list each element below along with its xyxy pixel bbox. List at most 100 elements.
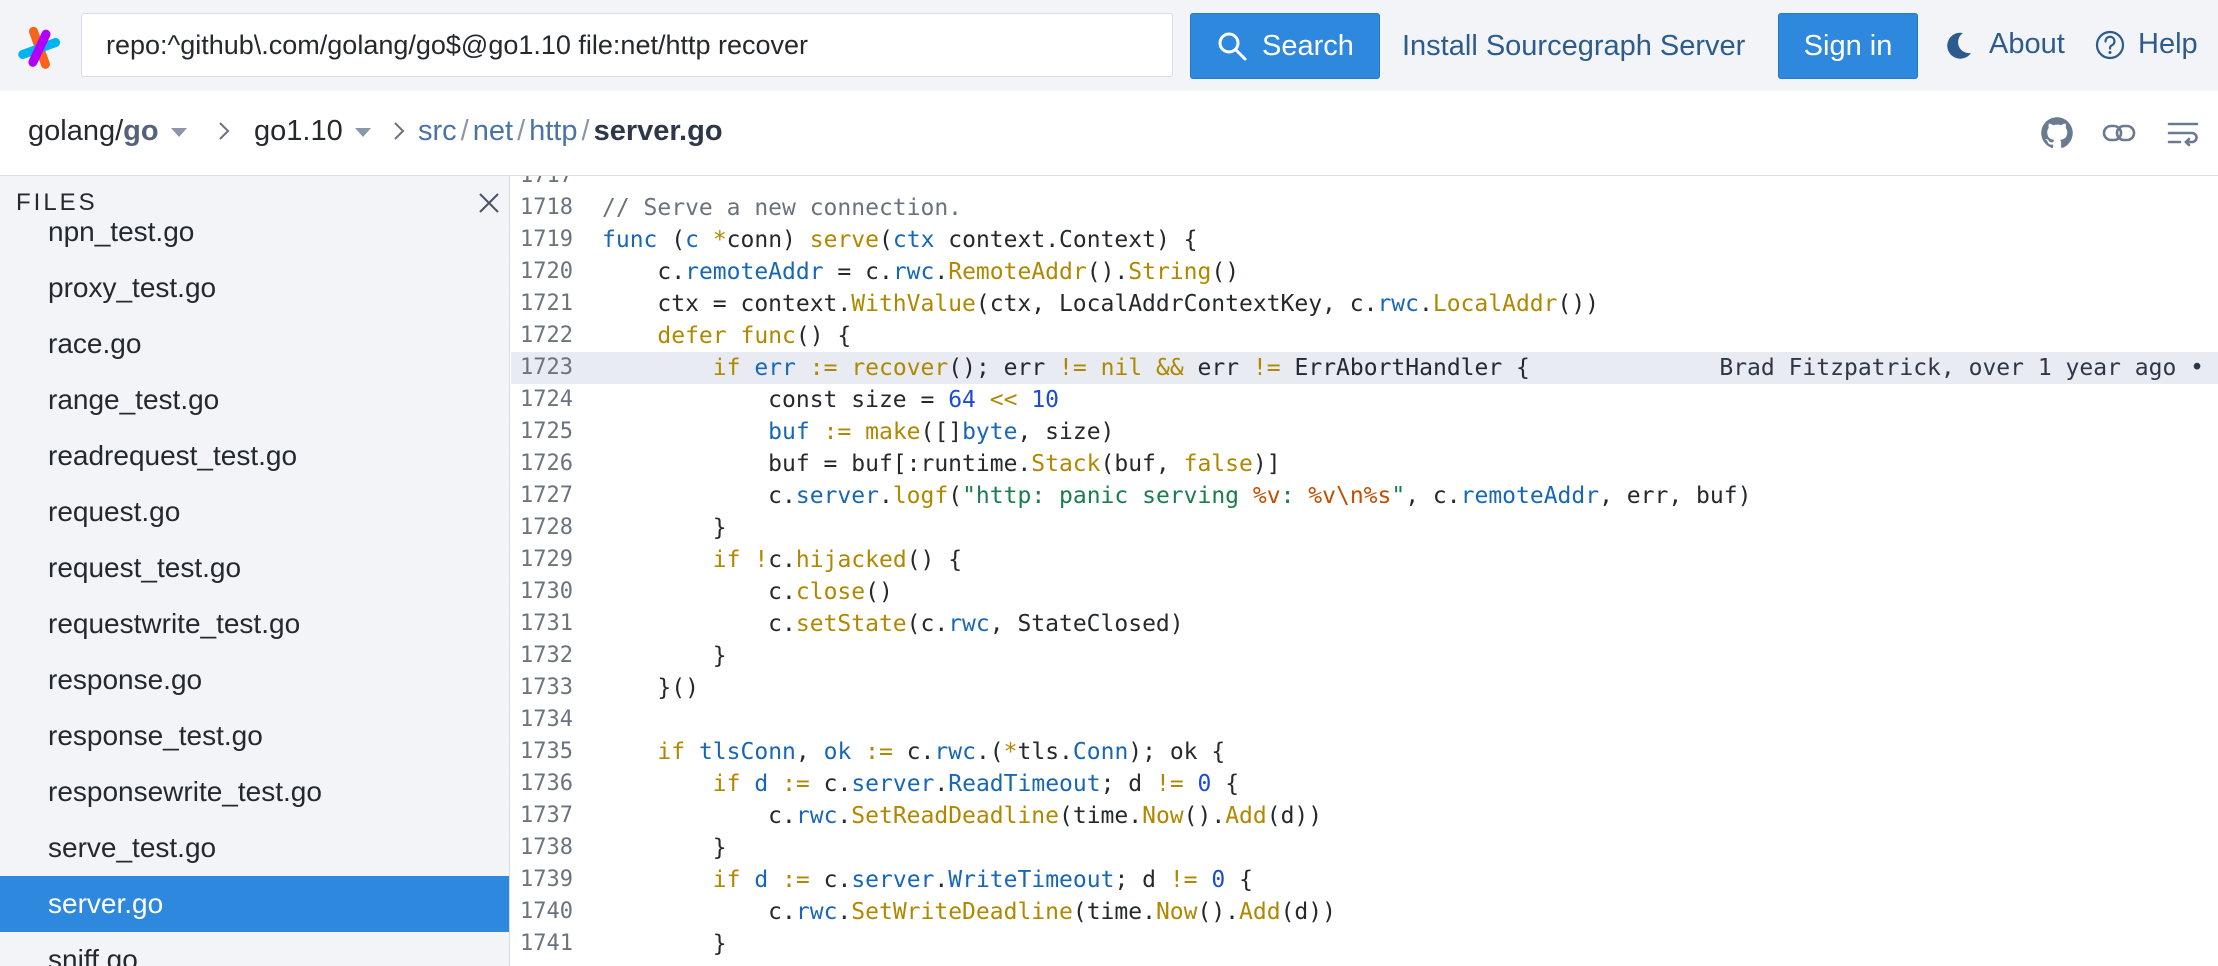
file-item[interactable]: request.go bbox=[0, 484, 509, 540]
search-icon bbox=[1218, 32, 1247, 61]
line-number[interactable]: 1730 bbox=[511, 576, 573, 608]
line-number[interactable]: 1725 bbox=[511, 416, 573, 448]
line-number[interactable]: 1740 bbox=[511, 896, 573, 928]
sign-in-button[interactable]: Sign in bbox=[1778, 13, 1918, 79]
line-number[interactable]: 1718 bbox=[511, 192, 573, 224]
files-title: FILES bbox=[16, 189, 98, 216]
moon-icon[interactable] bbox=[1943, 29, 1975, 61]
file-item[interactable]: range_test.go bbox=[0, 372, 509, 428]
search-button-label: Search bbox=[1262, 29, 1354, 62]
path-separator: / bbox=[460, 115, 469, 147]
help-label: Help bbox=[2138, 28, 2198, 60]
about-label: About bbox=[1989, 28, 2065, 60]
code-line[interactable]: 1739 if d := c.server.WriteTimeout; d !=… bbox=[511, 864, 2218, 896]
code-line[interactable]: 1740 c.rwc.SetWriteDeadline(time.Now().A… bbox=[511, 896, 2218, 928]
code-line[interactable]: 1727 c.server.logf("http: panic serving … bbox=[511, 480, 2218, 512]
help-icon bbox=[2095, 30, 2125, 59]
file-item[interactable]: responsewrite_test.go bbox=[0, 764, 509, 820]
file-list: npn_test.go proxy_test.go race.go range_… bbox=[0, 204, 509, 966]
line-number[interactable]: 1736 bbox=[511, 768, 573, 800]
line-number[interactable]: 1728 bbox=[511, 512, 573, 544]
code-line[interactable]: 1718// Serve a new connection. bbox=[511, 192, 2218, 224]
code-line[interactable]: 1737 c.rwc.SetReadDeadline(time.Now().Ad… bbox=[511, 800, 2218, 832]
blame-annotation: Brad Fitzpatrick, over 1 year ago • bbox=[1719, 355, 2204, 381]
line-number[interactable]: 1739 bbox=[511, 864, 573, 896]
repo-name: go bbox=[123, 115, 159, 147]
file-item-active[interactable]: server.go bbox=[0, 876, 509, 932]
code-view[interactable]: 1717 1718// Serve a new connection. 1719… bbox=[511, 176, 2218, 966]
line-number[interactable]: 1731 bbox=[511, 608, 573, 640]
help-link[interactable]: Help bbox=[2094, 28, 2198, 61]
line-number[interactable]: 1732 bbox=[511, 640, 573, 672]
path-separator: / bbox=[517, 115, 526, 147]
code-line[interactable]: 1720 c.remoteAddr = c.rwc.RemoteAddr().S… bbox=[511, 256, 2218, 288]
code-line[interactable]: 1736 if d := c.server.ReadTimeout; d != … bbox=[511, 768, 2218, 800]
file-item[interactable]: response_test.go bbox=[0, 708, 509, 764]
code-line[interactable]: 1732 } bbox=[511, 640, 2218, 672]
file-sidebar: npn_test.go proxy_test.go race.go range_… bbox=[0, 176, 510, 966]
path-segment-src[interactable]: src bbox=[418, 115, 457, 148]
path-segment-http[interactable]: http bbox=[529, 115, 577, 148]
file-item[interactable]: response.go bbox=[0, 652, 509, 708]
code-line[interactable]: 1741 } bbox=[511, 928, 2218, 960]
code-line[interactable]: 1730 c.close() bbox=[511, 576, 2218, 608]
line-number[interactable]: 1727 bbox=[511, 480, 573, 512]
code-line[interactable]: 1729 if !c.hijacked() { bbox=[511, 544, 2218, 576]
line-number[interactable]: 1717 bbox=[511, 176, 573, 192]
line-number[interactable]: 1722 bbox=[511, 320, 573, 352]
chevron-right-icon bbox=[219, 122, 230, 140]
line-number[interactable]: 1735 bbox=[511, 736, 573, 768]
code-line[interactable]: 1731 c.setState(c.rwc, StateClosed) bbox=[511, 608, 2218, 640]
sourcegraph-logo-icon[interactable] bbox=[15, 24, 63, 72]
file-item[interactable]: sniff.go bbox=[0, 932, 509, 966]
line-number[interactable]: 1734 bbox=[511, 704, 573, 736]
file-item[interactable]: serve_test.go bbox=[0, 820, 509, 876]
line-number[interactable]: 1738 bbox=[511, 832, 573, 864]
line-number[interactable]: 1719 bbox=[511, 224, 573, 256]
file-item[interactable]: request_test.go bbox=[0, 540, 509, 596]
caret-down-icon bbox=[354, 128, 371, 137]
file-item[interactable]: requestwrite_test.go bbox=[0, 596, 509, 652]
line-number[interactable]: 1724 bbox=[511, 384, 573, 416]
code-line[interactable]: 1725 buf := make([]byte, size) bbox=[511, 416, 2218, 448]
navbar: Search Install Sourcegraph Server Sign i… bbox=[0, 0, 2218, 91]
link-icon[interactable] bbox=[2101, 115, 2137, 151]
about-link[interactable]: About bbox=[1943, 28, 2065, 61]
line-number[interactable]: 1737 bbox=[511, 800, 573, 832]
code-line[interactable]: 1719 func (c *conn) serve(ctx context.Con… bbox=[511, 224, 2218, 256]
file-item[interactable]: proxy_test.go bbox=[0, 260, 509, 316]
code-line[interactable]: 1717 bbox=[511, 176, 2218, 192]
line-number[interactable]: 1741 bbox=[511, 928, 573, 960]
file-item[interactable]: readrequest_test.go bbox=[0, 428, 509, 484]
code-line[interactable]: 1722 defer func() { bbox=[511, 320, 2218, 352]
github-icon[interactable] bbox=[2039, 115, 2075, 151]
code-line[interactable]: 1726 buf = buf[:runtime.Stack(buf, false… bbox=[511, 448, 2218, 480]
search-input[interactable] bbox=[81, 13, 1173, 77]
code-line[interactable]: 1724 const size = 64 << 10 bbox=[511, 384, 2218, 416]
code-line[interactable]: 1738 } bbox=[511, 832, 2218, 864]
path-file-name: server.go bbox=[593, 115, 723, 147]
code-line-highlighted[interactable]: 1723 if err := recover(); err != nil && … bbox=[511, 352, 2218, 384]
code-line[interactable]: 1733 }() bbox=[511, 672, 2218, 704]
caret-down-icon bbox=[170, 128, 187, 137]
line-number[interactable]: 1729 bbox=[511, 544, 573, 576]
line-number[interactable]: 1720 bbox=[511, 256, 573, 288]
install-sourcegraph-link[interactable]: Install Sourcegraph Server bbox=[1402, 30, 1745, 63]
line-number[interactable]: 1726 bbox=[511, 448, 573, 480]
path-separator: / bbox=[581, 115, 590, 147]
path-segment-net[interactable]: net bbox=[473, 115, 513, 148]
revision-dropdown[interactable]: go1.10 bbox=[254, 115, 371, 148]
code-line[interactable]: 1728 } bbox=[511, 512, 2218, 544]
code-line[interactable]: 1735 if tlsConn, ok := c.rwc.(*tls.Conn)… bbox=[511, 736, 2218, 768]
close-icon[interactable] bbox=[476, 190, 502, 216]
line-number[interactable]: 1721 bbox=[511, 288, 573, 320]
code-line[interactable]: 1721 ctx = context.WithValue(ctx, LocalA… bbox=[511, 288, 2218, 320]
file-item[interactable]: race.go bbox=[0, 316, 509, 372]
line-number[interactable]: 1723 bbox=[511, 352, 573, 384]
code-line[interactable]: 1734 bbox=[511, 704, 2218, 736]
revision-label: go1.10 bbox=[254, 115, 343, 147]
wrap-lines-icon[interactable] bbox=[2165, 115, 2201, 151]
search-button[interactable]: Search bbox=[1190, 13, 1380, 79]
line-number[interactable]: 1733 bbox=[511, 672, 573, 704]
repo-dropdown[interactable]: golang/go bbox=[28, 115, 187, 148]
